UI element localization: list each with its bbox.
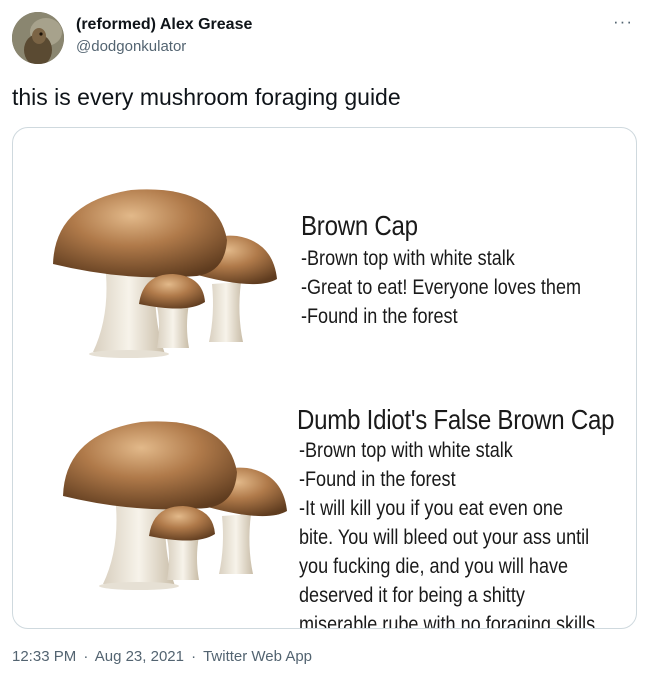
panel2-line: bite. You will bleed out your ass until (299, 526, 590, 549)
separator: · (83, 648, 89, 665)
panel1-line: -Great to eat! Everyone loves them (301, 276, 582, 299)
more-options-icon[interactable]: ··· (613, 12, 633, 32)
avatar[interactable] (12, 12, 64, 64)
tweet-image[interactable]: Brown Cap -Brown top with white stalk -G… (12, 127, 637, 629)
panel2-line: -Brown top with white stalk (299, 439, 513, 462)
panel2-line: miserable rube with no foraging skills (299, 613, 596, 629)
brown-cap-mushroom-illustration (53, 189, 277, 358)
panel2-title: Dumb Idiot's False Brown Cap (297, 404, 615, 435)
separator: · (191, 648, 197, 665)
author-display-name[interactable]: (reformed) Alex Grease (76, 16, 252, 34)
panel2-line: deserved it for being a shitty (299, 584, 525, 607)
tweet-text: this is every mushroom foraging guide (12, 84, 401, 110)
panel2-line: -It will kill you if you eat even one (299, 497, 564, 520)
author-handle[interactable]: @dodgonkulator (76, 38, 186, 55)
tweet-metadata: 12:33 PM · Aug 23, 2021 · Twitter Web Ap… (12, 648, 315, 665)
panel2-line: you fucking die, and you will have (299, 555, 569, 578)
tweet-date[interactable]: Aug 23, 2021 (95, 648, 184, 665)
false-brown-cap-mushroom-illustration (63, 421, 287, 590)
panel1-line: -Found in the forest (301, 305, 458, 328)
panel2-line: -Found in the forest (299, 468, 456, 491)
tweet-source[interactable]: Twitter Web App (203, 648, 312, 665)
panel1-title: Brown Cap (301, 210, 418, 241)
tweet-time[interactable]: 12:33 PM (12, 648, 76, 665)
panel1-line: -Brown top with white stalk (301, 247, 515, 270)
